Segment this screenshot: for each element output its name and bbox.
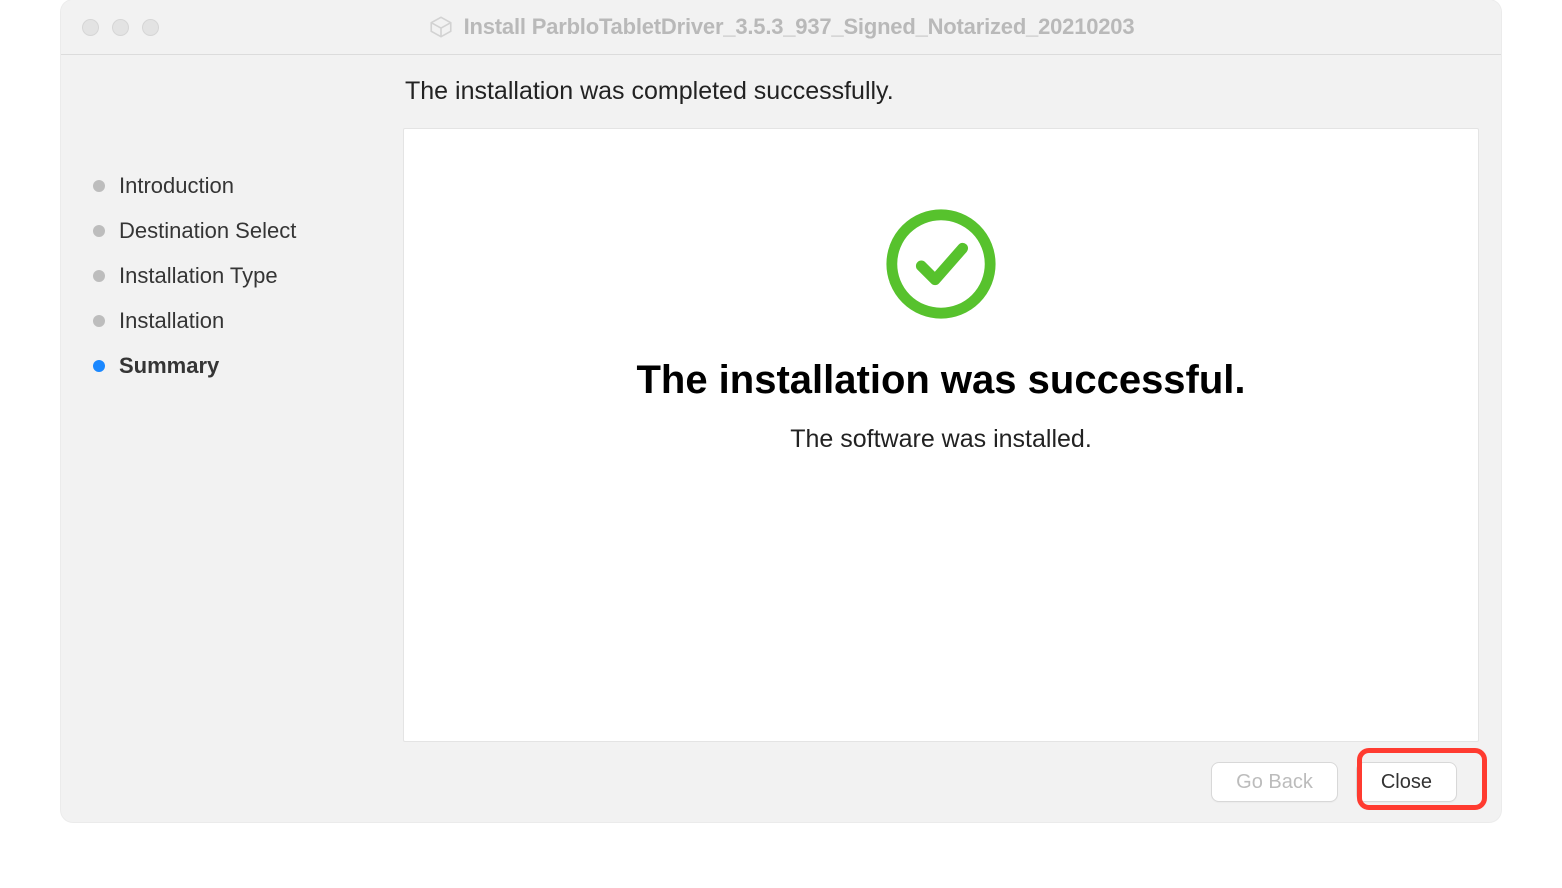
footer: Go Back Close <box>403 742 1479 822</box>
sidebar-step-summary: Summary <box>93 343 403 388</box>
step-label: Introduction <box>119 173 234 199</box>
go-back-button: Go Back <box>1211 762 1338 802</box>
sidebar-step-installation-type: Installation Type <box>93 253 403 298</box>
minimize-window-icon[interactable] <box>112 19 129 36</box>
titlebar: Install ParbloTabletDriver_3.5.3_937_Sig… <box>61 0 1501 55</box>
go-back-button-label: Go Back <box>1236 771 1313 794</box>
step-dot-icon <box>93 270 105 282</box>
close-button[interactable]: Close <box>1356 762 1457 802</box>
sidebar-step-installation: Installation <box>93 298 403 343</box>
page-heading: The installation was completed successfu… <box>405 77 1479 106</box>
sidebar-step-destination-select: Destination Select <box>93 208 403 253</box>
result-panel: The installation was successful. The sof… <box>403 128 1479 742</box>
step-dot-icon <box>93 360 105 372</box>
traffic-lights <box>61 19 159 36</box>
checkmark-circle-icon <box>882 205 1000 328</box>
step-label: Installation <box>119 308 224 334</box>
close-window-icon[interactable] <box>82 19 99 36</box>
window-title-wrap: Install ParbloTabletDriver_3.5.3_937_Sig… <box>61 14 1501 40</box>
success-title: The installation was successful. <box>636 358 1245 403</box>
package-icon <box>428 14 454 40</box>
zoom-window-icon[interactable] <box>142 19 159 36</box>
close-button-label: Close <box>1381 771 1432 794</box>
step-dot-icon <box>93 225 105 237</box>
step-label: Destination Select <box>119 218 296 244</box>
step-dot-icon <box>93 315 105 327</box>
sidebar-step-introduction: Introduction <box>93 163 403 208</box>
sidebar: Introduction Destination Select Installa… <box>61 55 403 822</box>
window-body: Introduction Destination Select Installa… <box>61 55 1501 822</box>
step-label: Summary <box>119 353 219 379</box>
window-title: Install ParbloTabletDriver_3.5.3_937_Sig… <box>464 14 1135 40</box>
installer-window: Install ParbloTabletDriver_3.5.3_937_Sig… <box>61 0 1501 822</box>
main-content: The installation was completed successfu… <box>403 55 1501 822</box>
step-dot-icon <box>93 180 105 192</box>
step-label: Installation Type <box>119 263 278 289</box>
success-subtitle: The software was installed. <box>790 425 1092 454</box>
